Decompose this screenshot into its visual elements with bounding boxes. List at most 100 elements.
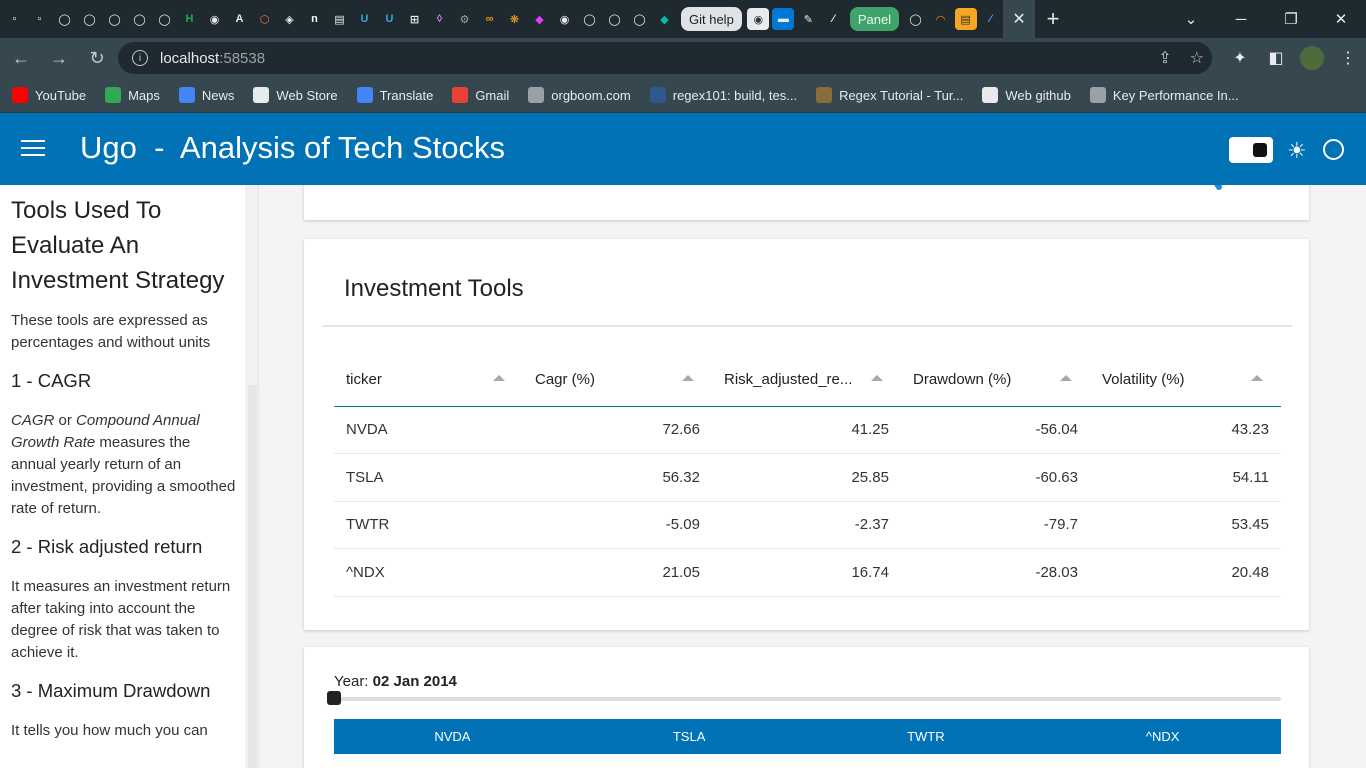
value-cell: 21.05 bbox=[523, 548, 712, 597]
sun-icon[interactable]: ☀ bbox=[1287, 138, 1307, 164]
web-icon[interactable]: ◉ bbox=[204, 8, 226, 30]
github-icon[interactable]: ◯ bbox=[129, 8, 151, 30]
github-icon[interactable]: ◯ bbox=[104, 8, 126, 30]
back-arrow-icon[interactable]: ← bbox=[4, 41, 38, 75]
u-icon[interactable]: U bbox=[354, 8, 376, 30]
sidebar-scrollbar-thumb[interactable] bbox=[248, 385, 257, 768]
extensions-puzzle-icon[interactable]: ✦ bbox=[1222, 38, 1258, 78]
bookmark-item[interactable]: regex101: build, tes... bbox=[649, 87, 797, 103]
tab-nvda[interactable]: NVDA bbox=[334, 719, 571, 754]
web-icon[interactable]: ∞ bbox=[479, 8, 501, 30]
web-icon[interactable]: ◉ bbox=[747, 8, 770, 30]
tab-search-chevron-down-icon[interactable]: ⌄ bbox=[1166, 0, 1216, 38]
web-icon[interactable]: ⬡ bbox=[254, 8, 276, 30]
tab-icon[interactable]: ✎ bbox=[797, 8, 819, 30]
web-icon[interactable]: ▤ bbox=[329, 8, 351, 30]
circle-icon[interactable] bbox=[1323, 139, 1344, 160]
year-slider-card: Year: 02 Jan 2014 NVDA TSLA TWTR ^NDX bbox=[304, 647, 1309, 768]
main-scrollbar[interactable] bbox=[1353, 395, 1366, 768]
web-icon[interactable]: ◈ bbox=[279, 8, 301, 30]
profile-avatar[interactable] bbox=[1294, 38, 1330, 78]
sort-ascending-icon[interactable] bbox=[493, 375, 505, 381]
sort-ascending-icon[interactable] bbox=[682, 375, 694, 381]
sidebar-title: Tools Used To Evaluate An Investment Str… bbox=[11, 197, 225, 294]
web-icon[interactable]: ◊ bbox=[429, 8, 451, 30]
web-icon[interactable]: ❋ bbox=[504, 8, 526, 30]
web-icon[interactable]: ◯ bbox=[579, 8, 601, 30]
reload-icon[interactable]: ↻ bbox=[80, 41, 114, 75]
menu-kebab-icon[interactable]: ⋮ bbox=[1330, 38, 1366, 78]
bookmark-item[interactable]: News bbox=[178, 87, 234, 103]
active-tab-close-icon[interactable]: ✕ bbox=[1003, 0, 1036, 38]
hackerrank-icon[interactable]: H bbox=[179, 8, 201, 30]
column-header-ticker[interactable]: ticker bbox=[334, 354, 523, 407]
maps-icon bbox=[105, 87, 122, 103]
tab-icon[interactable]: ◠ bbox=[930, 8, 952, 30]
theme-toggle[interactable] bbox=[1229, 137, 1273, 163]
tab-icon[interactable]: ▤ bbox=[954, 8, 977, 30]
web-icon[interactable]: ⚙ bbox=[454, 8, 476, 30]
bookmark-item[interactable]: Web Store bbox=[253, 87, 338, 103]
web-icon[interactable]: ◉ bbox=[554, 8, 576, 30]
alx-icon[interactable]: ▫ bbox=[29, 8, 51, 30]
tab-twtr[interactable]: TWTR bbox=[808, 719, 1045, 754]
sidebar: Tools Used To Evaluate An Investment Str… bbox=[0, 185, 259, 768]
github-icon[interactable]: ◯ bbox=[154, 8, 176, 30]
new-tab-button[interactable]: + bbox=[1035, 0, 1071, 38]
forward-arrow-icon[interactable]: → bbox=[42, 41, 76, 75]
tab-tsla[interactable]: TSLA bbox=[571, 719, 808, 754]
section-heading-cagr: 1 - CAGR bbox=[11, 370, 92, 391]
column-header-volatility[interactable]: Volatility (%) bbox=[1090, 354, 1281, 407]
bookmark-label: Maps bbox=[128, 87, 160, 103]
bookmark-item[interactable]: Maps bbox=[105, 87, 160, 103]
bookmark-item[interactable]: YouTube bbox=[12, 87, 86, 103]
column-header-cagr[interactable]: Cagr (%) bbox=[523, 354, 712, 407]
url-host: localhost bbox=[160, 49, 220, 67]
tab-panel[interactable]: Panel bbox=[849, 7, 900, 31]
column-header-risk-adjusted[interactable]: Risk_adjusted_re... bbox=[712, 354, 901, 407]
year-slider-handle[interactable] bbox=[327, 691, 341, 705]
share-icon[interactable]: ⇪ bbox=[1158, 48, 1171, 68]
github-icon[interactable]: ◯ bbox=[905, 8, 927, 30]
value-cell: -2.37 bbox=[712, 501, 901, 549]
column-header-drawdown[interactable]: Drawdown (%) bbox=[901, 354, 1090, 407]
hamburger-menu-icon[interactable] bbox=[21, 140, 45, 158]
web-icon[interactable]: ◆ bbox=[654, 8, 676, 30]
close-window-button[interactable]: ✕ bbox=[1316, 0, 1366, 38]
web-icon[interactable]: ⊞ bbox=[404, 8, 426, 30]
bookmark-item[interactable]: Translate bbox=[356, 87, 433, 103]
web-icon[interactable]: ◆ bbox=[529, 8, 551, 30]
site-info-icon[interactable]: i bbox=[132, 50, 148, 66]
web-icon[interactable]: A bbox=[229, 8, 251, 30]
sort-ascending-icon[interactable] bbox=[1060, 375, 1072, 381]
bookmark-item[interactable]: Key Performance In... bbox=[1089, 87, 1239, 103]
bookmark-item[interactable]: orgboom.com bbox=[528, 87, 631, 103]
github-icon[interactable]: ◯ bbox=[604, 8, 626, 30]
tab-icon[interactable]: ⁄ bbox=[980, 8, 1002, 30]
github-icon[interactable]: ◯ bbox=[629, 8, 651, 30]
minimize-button[interactable]: ─ bbox=[1216, 0, 1266, 38]
bookmark-item[interactable]: Gmail bbox=[452, 87, 509, 103]
u-icon[interactable]: U bbox=[379, 8, 401, 30]
bookmark-item[interactable]: Web github bbox=[982, 87, 1071, 103]
address-bar[interactable]: i localhost:58538 ⇪ ☆ bbox=[118, 42, 1212, 74]
browser-tab-strip: ▫ ▫ ◯ ◯ ◯ ◯ ◯ H ◉ A ⬡ ◈ n ▤ U U ⊞ ◊ ⚙ ∞ ❋ ◆ ◉ ◯ ◯ ◯ ◆ Git help ◉ ▬… bbox=[0, 0, 1366, 38]
year-slider-track[interactable] bbox=[334, 697, 1281, 701]
sort-ascending-icon[interactable] bbox=[871, 375, 883, 381]
tab-icon[interactable]: ⁄ bbox=[822, 8, 844, 30]
tab-ndx[interactable]: ^NDX bbox=[1044, 719, 1281, 754]
n-icon[interactable]: n bbox=[304, 8, 326, 30]
side-panel-icon[interactable]: ◧ bbox=[1258, 38, 1294, 78]
sort-ascending-icon[interactable] bbox=[1251, 375, 1263, 381]
tab-icon[interactable]: ▬ bbox=[772, 8, 795, 30]
bookmark-item[interactable]: Regex Tutorial - Tur... bbox=[816, 87, 963, 103]
github-icon[interactable]: ◯ bbox=[54, 8, 76, 30]
alx-icon[interactable]: ▫ bbox=[4, 8, 26, 30]
tab-git-help[interactable]: Git help bbox=[681, 7, 742, 31]
restore-button[interactable]: ❐ bbox=[1266, 0, 1316, 38]
table-row: TWTR -5.09 -2.37 -79.7 53.45 bbox=[334, 501, 1281, 549]
github-icon[interactable]: ◯ bbox=[79, 8, 101, 30]
bookmark-label: orgboom.com bbox=[551, 87, 631, 103]
bookmark-star-icon[interactable]: ☆ bbox=[1190, 48, 1204, 68]
section-heading-risk: 2 - Risk adjusted return bbox=[11, 536, 203, 557]
